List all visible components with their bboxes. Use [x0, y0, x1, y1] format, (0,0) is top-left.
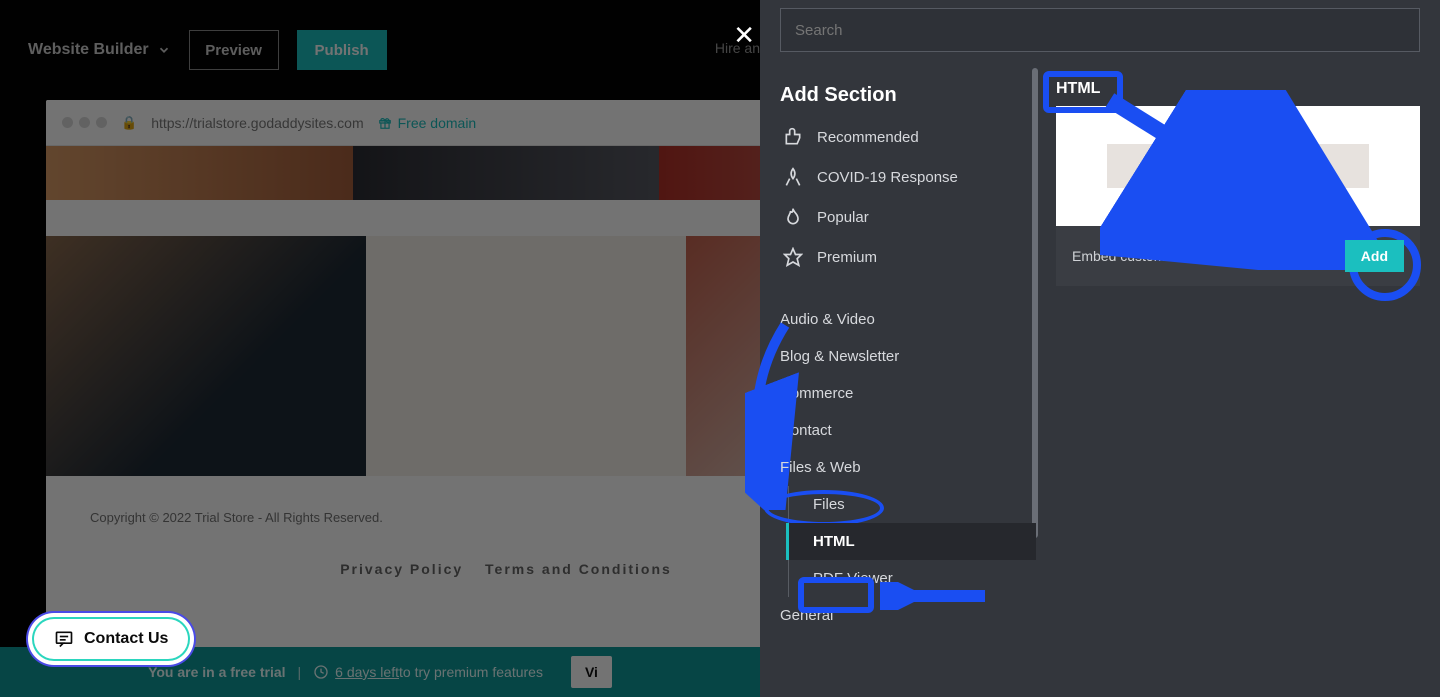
- cat-blog-newsletter[interactable]: Blog & Newsletter: [760, 338, 1036, 375]
- section-preview: /* Code will render here */: [1056, 106, 1420, 226]
- view-plans-button[interactable]: Vi: [571, 656, 612, 688]
- contact-us-label: Contact Us: [84, 630, 168, 648]
- sub-pdf-viewer[interactable]: PDF Viewer: [789, 560, 1036, 597]
- privacy-link[interactable]: Privacy Policy: [340, 561, 463, 577]
- lock-icon: 🔒: [121, 115, 137, 131]
- trial-status: You are in a free trial: [148, 664, 285, 680]
- flame-icon: [783, 207, 803, 227]
- panel-title: Add Section: [760, 84, 1036, 117]
- app-switcher[interactable]: Website Builder: [28, 41, 171, 59]
- free-domain-link[interactable]: Free domain: [378, 115, 477, 131]
- add-section-panel: Add Section Recommended COVID-19 Respons…: [760, 0, 1440, 697]
- cat-popular[interactable]: Popular: [760, 197, 1036, 237]
- cat-covid[interactable]: COVID-19 Response: [760, 157, 1036, 197]
- sub-html[interactable]: HTML: [786, 523, 1036, 560]
- cat-contact[interactable]: Contact: [760, 412, 1036, 449]
- terms-link[interactable]: Terms and Conditions: [485, 561, 672, 577]
- category-column: Add Section Recommended COVID-19 Respons…: [760, 58, 1036, 697]
- search-box[interactable]: [780, 8, 1420, 52]
- search-input[interactable]: [781, 9, 1419, 51]
- chevron-down-icon: [157, 43, 171, 57]
- chat-icon: [54, 629, 74, 649]
- trial-days-link[interactable]: 6 days left: [335, 664, 399, 680]
- window-dots: [62, 117, 107, 128]
- cat-audio-video[interactable]: Audio & Video: [760, 301, 1036, 338]
- cat-files-web[interactable]: Files & Web: [760, 449, 1036, 486]
- gift-icon: [378, 116, 392, 130]
- detail-description: Embed custom code on the page: [1072, 248, 1277, 264]
- detail-column: HTML /* Code will render here */ Embed c…: [1036, 58, 1440, 697]
- site-url: https://trialstore.godaddysites.com: [151, 115, 363, 131]
- preview-hint: /* Code will render here */: [1107, 144, 1369, 188]
- detail-heading: HTML: [1056, 80, 1100, 98]
- app-label: Website Builder: [28, 41, 149, 59]
- trial-days-tail: to try premium features: [399, 664, 543, 680]
- clock-icon: [313, 664, 329, 680]
- cat-commerce[interactable]: Commerce: [760, 375, 1036, 412]
- add-button[interactable]: Add: [1345, 240, 1404, 272]
- contact-us-button[interactable]: Contact Us: [28, 613, 194, 665]
- thumbs-up-icon: [783, 127, 803, 147]
- sub-files[interactable]: Files: [789, 486, 1036, 523]
- cat-general[interactable]: General: [760, 597, 1036, 634]
- cat-premium[interactable]: Premium: [760, 237, 1036, 277]
- preview-button[interactable]: Preview: [189, 30, 279, 70]
- star-icon: [783, 247, 803, 267]
- close-icon[interactable]: ✕: [733, 20, 755, 51]
- publish-button[interactable]: Publish: [297, 30, 387, 70]
- cat-recommended[interactable]: Recommended: [760, 117, 1036, 157]
- ribbon-icon: [783, 167, 803, 187]
